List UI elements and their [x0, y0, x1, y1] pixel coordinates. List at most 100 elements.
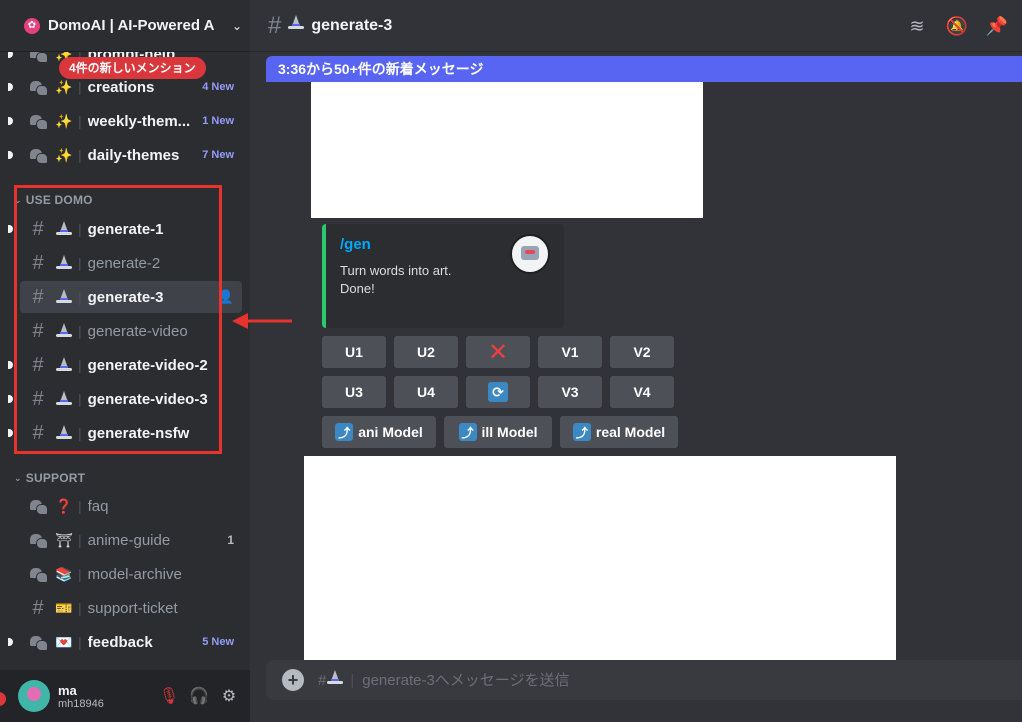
new-messages-bar[interactable]: 3:36から50+件の新着メッセージ: [266, 56, 1022, 82]
threads-icon[interactable]: ≋: [904, 14, 930, 38]
channel-generate-2[interactable]: # | generate-2: [20, 247, 242, 279]
bot-avatar: [510, 234, 550, 274]
sparkles-icon: ✨: [55, 112, 73, 129]
headphones-icon[interactable]: 🎧: [184, 681, 214, 711]
channel-anime-guide[interactable]: ⛩ | anime-guide 1: [20, 524, 242, 556]
unread-indicator: [8, 52, 13, 58]
variation-2-button[interactable]: V2: [610, 336, 674, 368]
server-name: DomoAI | AI-Powered A: [48, 17, 215, 34]
ticket-icon: 🎫: [55, 599, 73, 616]
hash-icon: #: [32, 596, 44, 619]
question-mark-icon: ❓: [55, 497, 73, 514]
channel-header: # generate-3 ≋ 🔕 📌: [250, 0, 1022, 52]
channel-generate-video[interactable]: # | generate-video: [20, 315, 242, 347]
new-posts-badge: 1 New: [202, 115, 234, 127]
server-header[interactable]: ✿ DomoAI | AI-Powered A ⌄: [0, 0, 250, 52]
category-label: SUPPORT: [25, 471, 86, 485]
variation-1-button[interactable]: V1: [538, 336, 602, 368]
hash-icon: #: [32, 387, 44, 410]
channel-name: faq: [87, 497, 109, 515]
add-attachment-icon[interactable]: +: [282, 669, 304, 691]
bot-embed: /gen Turn words into art. Done!: [322, 224, 564, 328]
unread-indicator: [8, 361, 13, 369]
channel-feedback[interactable]: 💌 | feedback 5 New: [8, 626, 242, 658]
nsfw-hash-icon: #: [32, 421, 44, 444]
gear-icon[interactable]: ⚙: [214, 681, 244, 711]
category-support[interactable]: ⌄ SUPPORT: [14, 471, 85, 485]
message-input[interactable]: [362, 660, 1022, 700]
arrow-up-icon: ⤴: [335, 423, 354, 441]
generated-image-bottom[interactable]: [304, 456, 896, 660]
new-posts-badge: 7 New: [202, 149, 234, 161]
chevron-down-icon: ⌄: [14, 472, 22, 483]
channel-support-ticket[interactable]: # 🎫 | support-ticket: [20, 592, 242, 624]
status-indicator: [0, 692, 6, 706]
new-mentions-pill[interactable]: 4件の新しいメンション: [59, 57, 206, 79]
channel-name: generate-nsfw: [87, 424, 190, 442]
wizard-hat-icon: [326, 669, 344, 691]
channel-daily-themes[interactable]: ✨ | daily-themes 7 New: [8, 139, 242, 171]
header-toolbar: ≋ 🔕 📌: [904, 14, 1010, 38]
pin-icon[interactable]: 📌: [984, 14, 1010, 38]
wizard-hat-icon: [54, 287, 74, 307]
unread-indicator: [8, 83, 13, 91]
channel-generate-video-3[interactable]: # | generate-video-3: [8, 383, 242, 415]
upscale-4-button[interactable]: U4: [394, 376, 458, 408]
upscale-1-button[interactable]: U1: [322, 336, 386, 368]
channel-name: daily-themes: [87, 146, 180, 164]
channel-generate-nsfw[interactable]: # | generate-nsfw: [8, 417, 242, 449]
channel-sidebar: ✿ DomoAI | AI-Powered A ⌄ 4件の新しいメンション ✨ …: [0, 0, 250, 722]
upscale-3-button[interactable]: U3: [322, 376, 386, 408]
category-label: USE DOMO: [25, 193, 93, 207]
upscale-2-button[interactable]: U2: [394, 336, 458, 368]
new-posts-badge: 5 New: [202, 636, 234, 648]
books-icon: 📚: [55, 565, 73, 582]
user-avatar[interactable]: [18, 680, 50, 712]
real-model-button[interactable]: ⤴ real Model: [560, 416, 678, 448]
thread-icon: [26, 143, 50, 167]
add-member-icon[interactable]: 👤: [218, 289, 234, 305]
wizard-hat-icon: [287, 14, 305, 37]
channel-name: weekly-them...: [87, 112, 191, 130]
annotation-arrow: [232, 313, 292, 329]
cancel-button[interactable]: ✕: [466, 336, 530, 368]
sparkles-icon: ✨: [55, 146, 73, 163]
hash-icon: #: [32, 319, 44, 342]
category-use-domo[interactable]: ⌄ USE DOMO: [14, 193, 93, 207]
chevron-down-icon: ⌄: [14, 194, 22, 205]
channel-generate-video-2[interactable]: # | generate-video-2: [8, 349, 242, 381]
unread-indicator: [8, 395, 13, 403]
microphone-muted-icon[interactable]: 🎙: [154, 681, 184, 711]
generated-image-top[interactable]: [311, 82, 703, 218]
love-letter-icon: 💌: [55, 633, 73, 650]
wizard-hat-icon: [54, 321, 74, 341]
message-composer: + # |: [266, 660, 1022, 700]
ani-model-button[interactable]: ⤴ ani Model: [322, 416, 436, 448]
user-names[interactable]: ma mh18946: [58, 683, 148, 710]
domoai-server-icon: ✿: [24, 17, 40, 34]
variation-4-button[interactable]: V4: [610, 376, 674, 408]
channel-generate-1[interactable]: # | generate-1: [8, 213, 242, 245]
cross-mark-icon: ✕: [487, 338, 509, 366]
username: ma: [58, 682, 77, 698]
button-label: ani Model: [358, 424, 423, 440]
unread-indicator: [8, 429, 13, 437]
thread-icon: [26, 109, 50, 133]
hash-icon: #: [268, 11, 282, 39]
regenerate-button[interactable]: ⟳: [466, 376, 530, 408]
notification-bell-muted-icon[interactable]: 🔕: [944, 14, 970, 38]
channel-name: support-ticket: [87, 599, 178, 617]
button-label: ill Model: [481, 424, 538, 440]
channel-model-archive[interactable]: 📚 | model-archive: [20, 558, 242, 590]
new-posts-badge: 4 New: [202, 81, 234, 93]
variation-3-button[interactable]: V3: [538, 376, 602, 408]
refresh-icon: ⟳: [488, 382, 508, 402]
channel-name: creations: [87, 78, 155, 96]
channel-faq[interactable]: ❓ | faq: [20, 490, 242, 522]
unread-indicator: [8, 117, 13, 125]
embed-line: Done!: [340, 281, 375, 296]
ill-model-button[interactable]: ⤴ ill Model: [444, 416, 552, 448]
channel-name: generate-3: [87, 288, 164, 306]
channel-weekly-themes[interactable]: ✨ | weekly-them... 1 New: [8, 105, 242, 137]
channel-generate-3[interactable]: # | generate-3 👤: [20, 281, 242, 313]
